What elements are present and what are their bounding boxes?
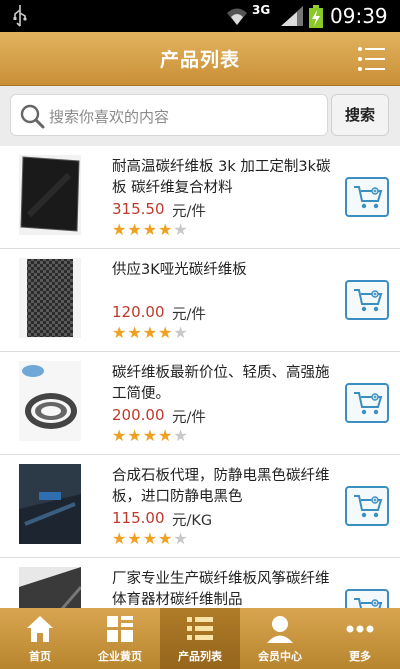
star-empty-icon: ★ xyxy=(173,426,188,445)
tab-label: 会员中心 xyxy=(258,650,302,663)
add-to-cart-button[interactable] xyxy=(345,177,389,217)
product-name[interactable]: 合成石板代理，防静电黑色碳纤维板，进口防静电黑色 xyxy=(112,466,334,508)
bottom-nav: 首页 企业黄页 产品列表 会员中心 更多 xyxy=(0,608,400,669)
tab-label: 产品列表 xyxy=(178,650,222,663)
star-empty-icon: ★ xyxy=(173,220,188,239)
search-bar: 搜索你喜欢的内容 搜索 xyxy=(0,86,400,144)
tab-label: 更多 xyxy=(349,650,371,663)
star-icon: ★ xyxy=(127,426,142,445)
star-icon: ★ xyxy=(158,426,173,445)
star-icon: ★ xyxy=(112,220,127,239)
product-image[interactable] xyxy=(19,258,81,338)
search-icon xyxy=(20,104,45,129)
star-icon: ★ xyxy=(158,220,173,239)
product-name[interactable]: 供应3K哑光碳纤维板 xyxy=(112,260,334,281)
cart-icon xyxy=(354,186,383,209)
clock: 09:39 xyxy=(330,4,388,28)
product-name[interactable]: 耐高温碳纤维板 3k 加工定制3k碳板 碳纤维复合材料 xyxy=(112,157,334,199)
product-unit: 元/KG xyxy=(172,513,213,529)
product-image[interactable] xyxy=(19,567,81,608)
rating-stars: ★ ★ ★ ★ ★ xyxy=(112,531,188,547)
product-image[interactable] xyxy=(19,464,81,544)
network-type: 3G xyxy=(252,3,271,17)
add-to-cart-button[interactable] xyxy=(345,589,389,608)
add-to-cart-button[interactable] xyxy=(345,280,389,320)
star-icon: ★ xyxy=(112,529,127,548)
star-icon: ★ xyxy=(142,529,158,548)
product-name[interactable]: 碳纤维板最新价位、轻质、高强施工简便。 xyxy=(112,363,334,405)
home-icon xyxy=(27,616,53,642)
product-image[interactable] xyxy=(19,361,81,441)
star-icon: ★ xyxy=(112,426,127,445)
product-price: 115.00 xyxy=(112,509,165,527)
rating-stars: ★ ★ ★ ★ ★ xyxy=(112,325,188,341)
product-list[interactable]: 耐高温碳纤维板 3k 加工定制3k碳板 碳纤维复合材料 315.50 元/件 ★… xyxy=(0,146,400,608)
title-bar: 产品列表 xyxy=(0,32,400,86)
tab-label: 首页 xyxy=(29,650,51,663)
list-menu-icon[interactable] xyxy=(357,44,387,74)
star-icon: ★ xyxy=(127,529,142,548)
search-input[interactable]: 搜索你喜欢的内容 xyxy=(10,94,328,136)
search-placeholder: 搜索你喜欢的内容 xyxy=(49,108,170,126)
product-item[interactable]: 供应3K哑光碳纤维板 120.00 元/件 ★ ★ ★ ★ ★ xyxy=(0,249,400,352)
star-icon: ★ xyxy=(158,323,173,342)
cart-icon xyxy=(354,598,383,608)
star-icon: ★ xyxy=(112,323,127,342)
rating-stars: ★ ★ ★ ★ ★ xyxy=(112,428,188,444)
tab-product-list[interactable]: 产品列表 xyxy=(160,608,240,669)
product-item[interactable]: 厂家专业生产碳纤维板风筝碳纤维体育器材碳纤维制品 xyxy=(0,558,400,608)
product-item[interactable]: 碳纤维板最新价位、轻质、高强施工简便。 200.00 元/件 ★ ★ ★ ★ ★ xyxy=(0,352,400,455)
product-unit: 元/件 xyxy=(172,307,206,323)
cart-icon xyxy=(354,392,383,415)
star-icon: ★ xyxy=(158,529,173,548)
star-icon: ★ xyxy=(127,323,142,342)
page-title: 产品列表 xyxy=(159,49,240,71)
cart-icon xyxy=(354,289,383,312)
product-unit: 元/件 xyxy=(172,204,206,220)
list-icon xyxy=(187,617,213,640)
product-item[interactable]: 合成石板代理，防静电黑色碳纤维板，进口防静电黑色 115.00 元/KG ★ ★… xyxy=(0,455,400,558)
star-empty-icon: ★ xyxy=(173,323,188,342)
app-screen: 3G 09:39 产品列表 搜索你喜欢的内容 搜索 耐高温碳纤维板 3k 加工定… xyxy=(0,0,400,669)
product-image[interactable] xyxy=(19,155,81,235)
cart-icon xyxy=(354,495,383,518)
tab-company-directory[interactable]: 企业黄页 xyxy=(80,608,160,669)
add-to-cart-button[interactable] xyxy=(345,486,389,526)
product-item[interactable]: 耐高温碳纤维板 3k 加工定制3k碳板 碳纤维复合材料 315.50 元/件 ★… xyxy=(0,146,400,249)
rating-stars: ★ ★ ★ ★ ★ xyxy=(112,222,188,238)
star-empty-icon: ★ xyxy=(173,529,188,548)
usb-icon xyxy=(13,5,27,27)
product-price: 200.00 xyxy=(112,406,165,424)
search-button[interactable]: 搜索 xyxy=(331,94,389,136)
tab-label: 企业黄页 xyxy=(98,650,142,663)
user-icon xyxy=(267,616,293,643)
signal-icon xyxy=(281,6,303,26)
product-unit: 元/件 xyxy=(172,410,206,426)
more-dots-icon xyxy=(346,625,374,633)
product-name[interactable]: 厂家专业生产碳纤维板风筝碳纤维体育器材碳纤维制品 xyxy=(112,569,334,608)
star-icon: ★ xyxy=(142,426,158,445)
star-icon: ★ xyxy=(142,323,158,342)
product-price: 120.00 xyxy=(112,303,165,321)
grid-icon xyxy=(107,616,133,642)
tab-home[interactable]: 首页 xyxy=(0,608,80,669)
add-to-cart-button[interactable] xyxy=(345,383,389,423)
star-icon: ★ xyxy=(127,220,142,239)
tab-more[interactable]: 更多 xyxy=(320,608,400,669)
product-price: 315.50 xyxy=(112,200,165,218)
battery-charging-icon xyxy=(309,5,323,28)
wifi-icon xyxy=(227,8,247,25)
tab-member-center[interactable]: 会员中心 xyxy=(240,608,320,669)
status-bar: 3G 09:39 xyxy=(0,0,400,32)
star-icon: ★ xyxy=(142,220,158,239)
